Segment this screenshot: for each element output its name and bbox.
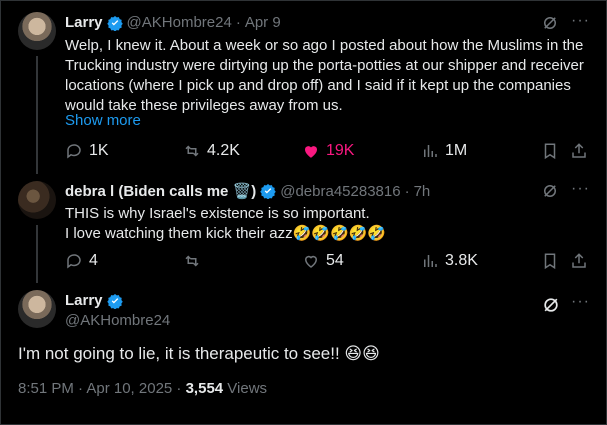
views-count: 3,554 bbox=[185, 380, 224, 397]
thread-line bbox=[36, 56, 38, 174]
post-date[interactable]: 7h bbox=[414, 183, 431, 200]
view-count: 3.8K bbox=[445, 252, 478, 269]
analytics-icon bbox=[424, 145, 437, 157]
bookmark-icon[interactable] bbox=[541, 252, 559, 270]
share-icon[interactable] bbox=[570, 252, 588, 270]
repost-button[interactable] bbox=[183, 252, 207, 270]
reply-count: 4 bbox=[89, 252, 98, 269]
author-name[interactable]: debra l (Biden calls me 🗑️) bbox=[65, 182, 256, 200]
more-options-icon[interactable]: ··· bbox=[571, 180, 590, 198]
like-button[interactable]: 19K bbox=[302, 142, 354, 160]
show-more-link[interactable]: Show more bbox=[65, 112, 141, 129]
views-button[interactable]: 3.8K bbox=[421, 252, 478, 270]
post-text: Welp, I knew it. About a week or so ago … bbox=[65, 37, 584, 114]
verified-badge-icon bbox=[106, 15, 123, 31]
more-options-icon[interactable]: ··· bbox=[571, 12, 590, 30]
views-label: Views bbox=[223, 380, 268, 397]
reply-icon bbox=[67, 144, 81, 159]
post-timestamp[interactable]: 8:51 PM · Apr 10, 2025 · bbox=[18, 380, 186, 397]
repost-icon bbox=[185, 255, 199, 267]
reply-icon bbox=[67, 254, 81, 269]
post-date[interactable]: Apr 9 bbox=[245, 14, 281, 31]
separator: · bbox=[235, 14, 241, 31]
avatar[interactable] bbox=[18, 290, 56, 328]
repost-icon bbox=[185, 145, 199, 157]
bookmark-icon[interactable] bbox=[541, 142, 559, 160]
post-header: Larry @AKHombre24 · Apr 9 bbox=[65, 14, 281, 31]
post-meta: 8:51 PM · Apr 10, 2025 · 3,554 Views bbox=[18, 380, 267, 397]
author-handle[interactable]: @AKHombre24 bbox=[65, 312, 170, 329]
separator: · bbox=[404, 182, 410, 200]
grok-icon[interactable] bbox=[541, 295, 561, 315]
grok-icon[interactable] bbox=[541, 182, 559, 200]
share-icon[interactable] bbox=[570, 142, 588, 160]
like-count: 19K bbox=[326, 142, 355, 159]
repost-count: 4.2K bbox=[207, 142, 240, 159]
view-count: 1M bbox=[445, 142, 468, 159]
post-text: I'm not going to lie, it is therapeutic … bbox=[18, 344, 380, 363]
heart-icon bbox=[304, 255, 318, 268]
post-text-line-1: THIS is why Israel's existence is so imp… bbox=[65, 205, 370, 222]
reply-button[interactable]: 4 bbox=[65, 252, 98, 270]
post-header: debra l (Biden calls me 🗑️) @debra452838… bbox=[65, 182, 431, 201]
repost-button[interactable]: 4.2K bbox=[183, 142, 240, 160]
avatar[interactable] bbox=[18, 12, 56, 50]
analytics-icon bbox=[424, 255, 437, 267]
author-name[interactable]: Larry bbox=[65, 292, 103, 309]
reply-button[interactable]: 1K bbox=[65, 142, 109, 160]
post-text-line-2: I love watching them kick their azz🤣🤣🤣🤣🤣 bbox=[65, 225, 386, 242]
author-handle[interactable]: @AKHombre24 bbox=[127, 14, 232, 31]
post-header: Larry bbox=[65, 292, 123, 309]
more-options-icon[interactable]: ··· bbox=[571, 293, 590, 311]
like-button[interactable]: 54 bbox=[302, 252, 344, 270]
verified-badge-icon bbox=[260, 184, 276, 199]
post-text: THIS is why Israel's existence is so imp… bbox=[65, 204, 585, 244]
author-name[interactable]: Larry bbox=[65, 14, 103, 31]
grok-icon[interactable] bbox=[541, 14, 559, 32]
like-count: 54 bbox=[326, 252, 344, 269]
author-handle[interactable]: @debra45283816 bbox=[280, 183, 400, 200]
verified-badge-icon bbox=[106, 293, 123, 309]
reply-count: 1K bbox=[89, 142, 109, 159]
heart-filled-icon bbox=[305, 146, 317, 158]
avatar[interactable] bbox=[18, 181, 56, 219]
thread-line bbox=[36, 225, 38, 283]
views-button[interactable]: 1M bbox=[421, 142, 467, 160]
